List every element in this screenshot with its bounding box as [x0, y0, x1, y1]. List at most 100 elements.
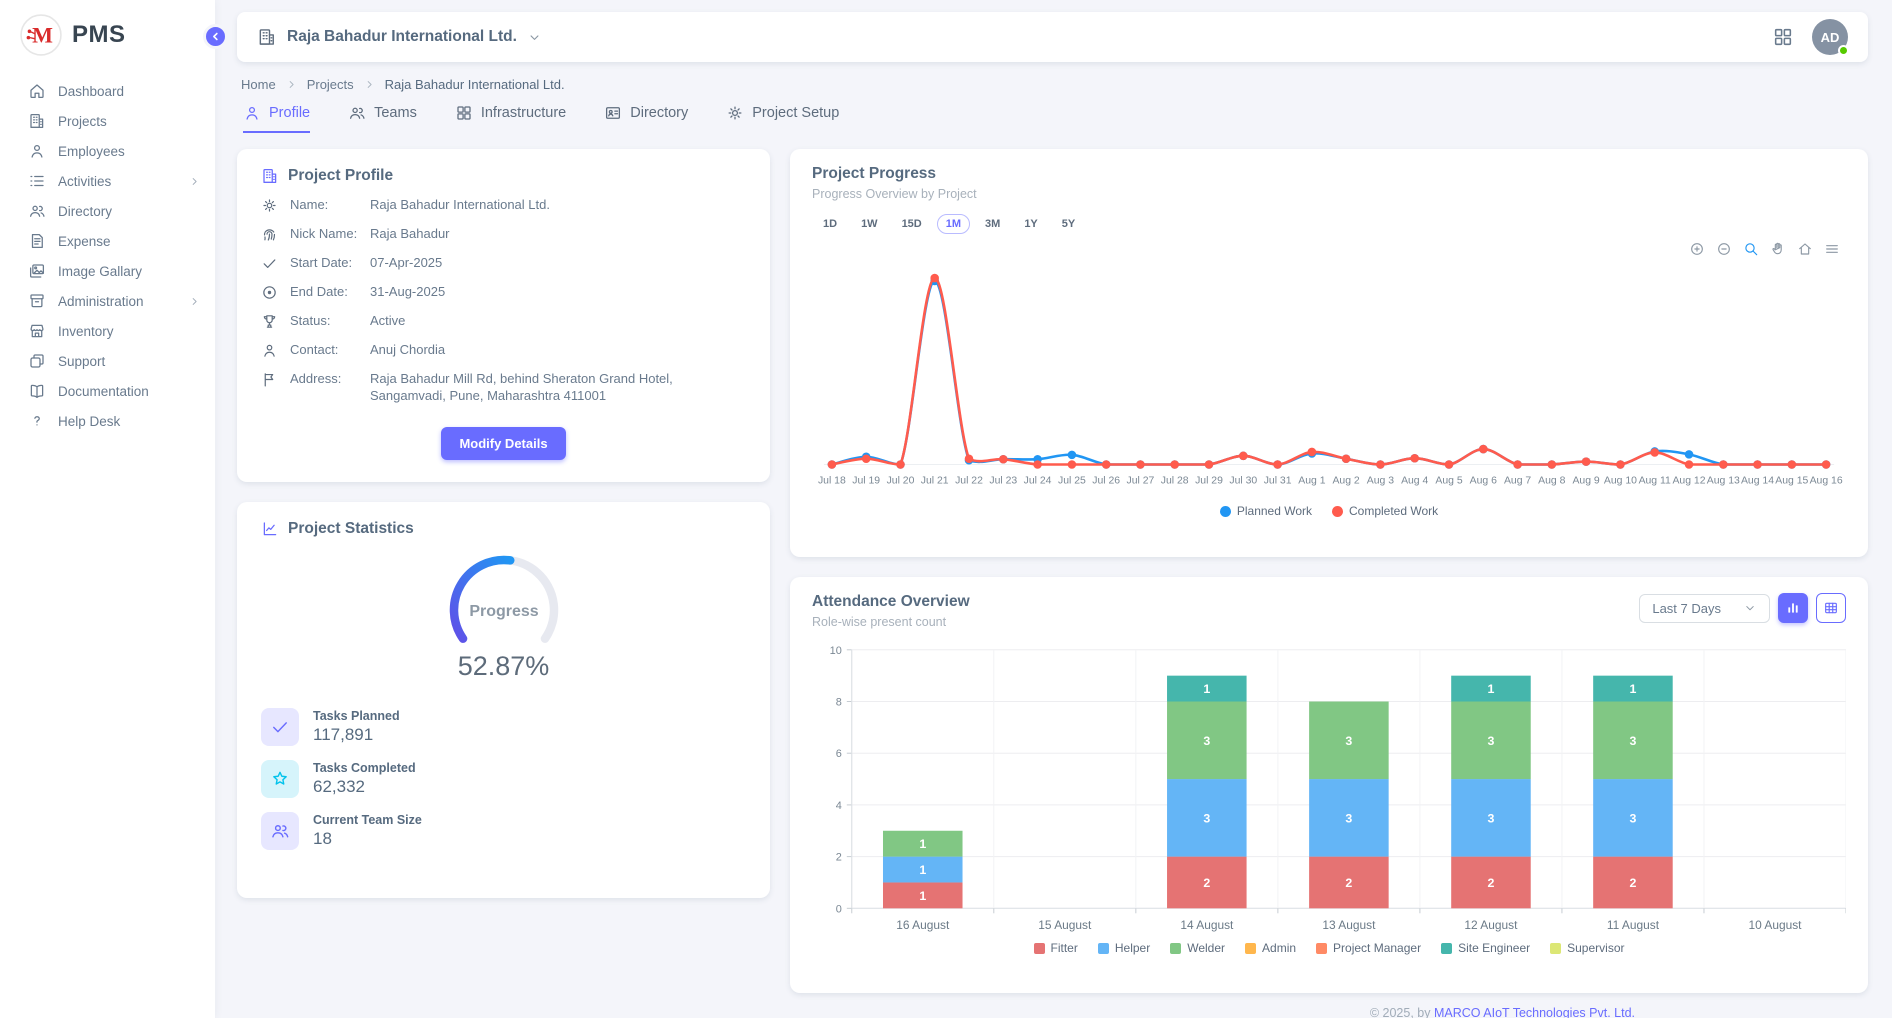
sidebar-item-activities[interactable]: Activities: [0, 166, 215, 196]
legend-site-engineer[interactable]: Site Engineer: [1441, 941, 1530, 955]
zoom-in-icon[interactable]: [1689, 241, 1705, 257]
tab-profile[interactable]: Profile: [243, 104, 310, 133]
legend-helper[interactable]: Helper: [1098, 941, 1150, 955]
field-value: Raja Bahadur International Ltd.: [370, 197, 746, 214]
person-icon: [28, 142, 46, 160]
field-value: 07-Apr-2025: [370, 255, 746, 272]
svg-text:Jul 28: Jul 28: [1161, 475, 1189, 486]
sidebar-item-expense[interactable]: Expense: [0, 226, 215, 256]
legend-color-square: [1316, 943, 1327, 954]
range-button-1w[interactable]: 1W: [852, 214, 887, 234]
legend-welder[interactable]: Welder: [1170, 941, 1225, 955]
sidebar-item-dashboard[interactable]: Dashboard: [0, 76, 215, 106]
svg-text:Aug 15: Aug 15: [1775, 475, 1808, 486]
chevron-down-icon: [527, 30, 542, 45]
breadcrumb-item-home[interactable]: Home: [241, 77, 276, 92]
legend-color-square: [1170, 943, 1181, 954]
attendance-bar-chart[interactable]: 024681011116 August15 August233114 Augus…: [812, 639, 1846, 939]
legend-completed-work[interactable]: Completed Work: [1332, 504, 1438, 518]
sidebar-item-projects[interactable]: Projects: [0, 106, 215, 136]
sidebar-collapse-button[interactable]: [203, 24, 228, 49]
home-reset-icon[interactable]: [1797, 241, 1813, 257]
chevron-right-icon: [285, 78, 298, 91]
svg-text:Aug 5: Aug 5: [1435, 475, 1462, 486]
svg-text:Aug 7: Aug 7: [1504, 475, 1531, 486]
sidebar-item-directory[interactable]: Directory: [0, 196, 215, 226]
legend-admin[interactable]: Admin: [1245, 941, 1296, 955]
svg-text:Jul 19: Jul 19: [852, 475, 880, 486]
range-button-1m[interactable]: 1M: [937, 214, 970, 234]
stats-card-title: Project Statistics: [288, 520, 414, 538]
table-icon: [1823, 600, 1839, 616]
footer-company-link[interactable]: MARCO AIoT Technologies Pvt. Ltd.: [1434, 1006, 1635, 1018]
logo[interactable]: M PMS: [0, 0, 215, 66]
legend-project-manager[interactable]: Project Manager: [1316, 941, 1421, 955]
progress-line-chart[interactable]: Jul 18Jul 19Jul 20Jul 21Jul 22Jul 23Jul …: [812, 250, 1846, 502]
sidebar-item-image-gallary[interactable]: Image Gallary: [0, 256, 215, 286]
date-range-select[interactable]: Last 7 Days: [1639, 594, 1770, 623]
sidebar-item-documentation[interactable]: Documentation: [0, 376, 215, 406]
sidebar-item-help-desk[interactable]: Help Desk: [0, 406, 215, 436]
range-button-15d[interactable]: 15D: [893, 214, 931, 234]
stat-label: Tasks Planned: [313, 709, 400, 723]
grid-squares-icon: [455, 104, 473, 122]
range-button-5y[interactable]: 5Y: [1053, 214, 1084, 234]
app-root: M PMS DashboardProjectsEmployeesActiviti…: [0, 0, 1892, 1018]
book-icon: [28, 382, 46, 400]
content: Project Profile Name:Raja Bahadur Intern…: [237, 149, 1868, 993]
footer-copyright: © 2025, by: [1370, 1006, 1434, 1018]
sidebar-item-employees[interactable]: Employees: [0, 136, 215, 166]
chart-line-icon: [261, 520, 279, 538]
legend-fitter[interactable]: Fitter: [1034, 941, 1078, 955]
profile-field-start-date: Start Date:07-Apr-2025: [261, 255, 746, 272]
svg-text:3: 3: [1345, 734, 1352, 748]
tab-project-setup[interactable]: Project Setup: [726, 104, 839, 133]
breadcrumb-item-raja-bahadur-international-ltd: Raja Bahadur International Ltd.: [385, 77, 565, 92]
legend-planned-work[interactable]: Planned Work: [1220, 504, 1312, 518]
view-button-table-icon[interactable]: [1816, 593, 1846, 623]
profile-card-header: Project Profile: [261, 167, 746, 185]
svg-text:0: 0: [836, 903, 842, 915]
user-avatar[interactable]: AD: [1812, 19, 1848, 55]
tab-teams[interactable]: Teams: [348, 104, 417, 133]
sidebar-item-inventory[interactable]: Inventory: [0, 316, 215, 346]
svg-text:Aug 2: Aug 2: [1332, 475, 1359, 486]
legend-color-dot: [1220, 506, 1231, 517]
company-selector[interactable]: Raja Bahadur International Ltd.: [257, 27, 542, 47]
legend-label: Admin: [1262, 941, 1296, 955]
view-button-bar-chart-icon[interactable]: [1778, 593, 1808, 623]
breadcrumb-item-projects[interactable]: Projects: [307, 77, 354, 92]
stat-tasks-completed: Tasks Completed62,332: [261, 760, 746, 798]
svg-text:Aug 9: Aug 9: [1572, 475, 1599, 486]
range-button-3m[interactable]: 3M: [976, 214, 1009, 234]
legend-label: Fitter: [1051, 941, 1078, 955]
gear-icon: [261, 197, 278, 214]
tab-label: Teams: [374, 105, 417, 121]
tab-directory[interactable]: Directory: [604, 104, 688, 133]
svg-text:15 August: 15 August: [1038, 918, 1092, 932]
tab-infrastructure[interactable]: Infrastructure: [455, 104, 566, 133]
footer: © 2025, by MARCO AIoT Technologies Pvt. …: [237, 993, 1868, 1018]
svg-text:3: 3: [1203, 734, 1210, 748]
magnifier-icon[interactable]: [1743, 241, 1759, 257]
range-button-1y[interactable]: 1Y: [1015, 214, 1046, 234]
svg-text:Aug 1: Aug 1: [1298, 475, 1325, 486]
legend-label: Supervisor: [1567, 941, 1624, 955]
modify-details-button[interactable]: Modify Details: [441, 427, 565, 460]
sidebar-item-administration[interactable]: Administration: [0, 286, 215, 316]
svg-text:Progress: Progress: [469, 603, 538, 620]
svg-text:M: M: [32, 22, 53, 47]
receipt-icon: [28, 232, 46, 250]
sidebar-item-support[interactable]: Support: [0, 346, 215, 376]
menu-icon[interactable]: [1824, 241, 1840, 257]
svg-text:Jul 27: Jul 27: [1126, 475, 1154, 486]
zoom-out-icon[interactable]: [1716, 241, 1732, 257]
legend-label: Planned Work: [1237, 504, 1312, 518]
check-icon: [261, 708, 299, 746]
range-button-1d[interactable]: 1D: [814, 214, 846, 234]
apps-grid-icon[interactable]: [1772, 26, 1794, 48]
legend-color-dot: [1332, 506, 1343, 517]
svg-text:Jul 29: Jul 29: [1195, 475, 1223, 486]
legend-supervisor[interactable]: Supervisor: [1550, 941, 1624, 955]
pan-icon[interactable]: [1770, 241, 1786, 257]
